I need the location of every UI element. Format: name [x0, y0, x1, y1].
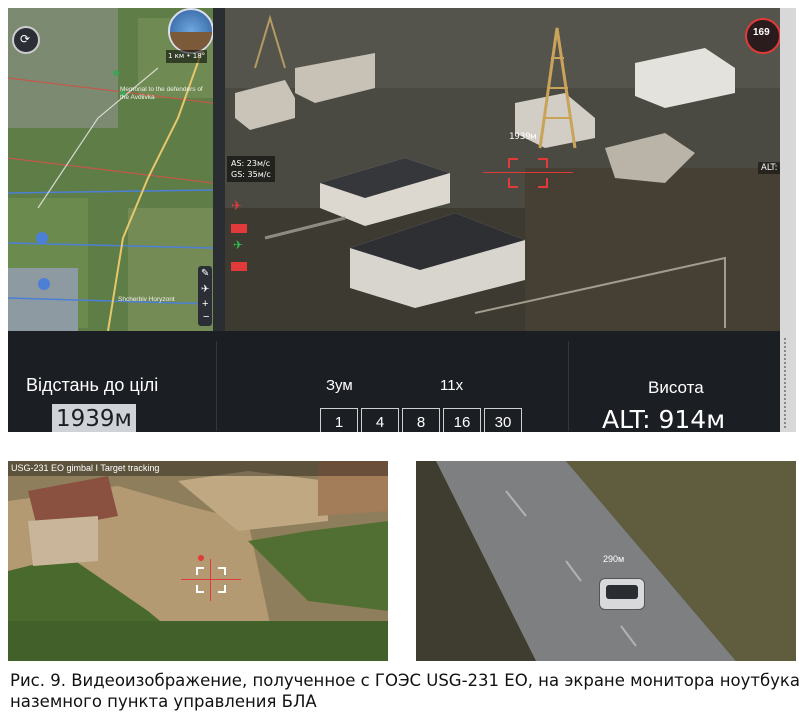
place-label: Shcherbiv Horyzont	[118, 296, 175, 303]
zoom-selector: 1 4 8 16 30	[320, 408, 522, 432]
plane-icon[interactable]: ✈	[201, 284, 209, 295]
zoom-option-30[interactable]: 30	[484, 408, 522, 432]
zoom-in-button[interactable]: +	[202, 298, 208, 310]
vehicle-roof	[606, 585, 638, 599]
zoom-option-8[interactable]: 8	[402, 408, 440, 432]
target-range-overlay: 1939м	[509, 132, 537, 142]
zoom-current: 11x	[440, 377, 464, 394]
tracked-vehicle	[599, 578, 645, 610]
road-video-frame: 290м	[416, 461, 796, 661]
tracking-header: USG-231 EO gimbal I Target tracking	[11, 463, 160, 473]
divider	[216, 341, 217, 431]
distance-value: 1939м	[52, 404, 136, 432]
window-scrollbar[interactable]	[780, 8, 796, 432]
camera-feed[interactable]: 1939м AS: 23м/с GS: 35м/с ALT: 914м ✈ ✈ …	[225, 8, 780, 331]
range-label: 290м	[603, 554, 625, 564]
panel-separator	[213, 8, 225, 331]
memorial-label: Memorial to the defenders of the Avdiivk…	[120, 86, 203, 101]
airspeed-label: AS: 23м/с	[231, 159, 271, 168]
aerial-scene	[225, 8, 780, 331]
altitude-label: Висота	[648, 378, 704, 397]
speed-readout: AS: 23м/с GS: 35м/с	[227, 156, 275, 182]
altitude-scale: ✈ ✈	[229, 198, 249, 278]
altitude-value: ALT: 914м	[602, 405, 726, 432]
figure-caption: Рис. 9. Видеоизображение, полученное с Г…	[10, 671, 800, 711]
plane-icon-green: ✈	[233, 238, 244, 252]
zoom-out-button[interactable]: −	[203, 311, 209, 323]
map-panel[interactable]: ⟳ 1 км • 18° Memorial to the defenders o…	[8, 8, 213, 331]
unit-badge: 169	[745, 18, 780, 54]
divider	[568, 341, 569, 431]
zoom-option-16[interactable]: 16	[443, 408, 481, 432]
altitude-overlay: ALT: 914м	[758, 162, 780, 174]
yard-scene	[8, 461, 388, 661]
target-crosshair	[483, 158, 573, 188]
compass-readout: 1 км • 18°	[166, 50, 208, 63]
pencil-icon[interactable]: ✎	[201, 268, 209, 279]
tracking-video-frame: USG-231 EO gimbal I Target tracking	[8, 461, 388, 661]
telemetry-bar: Відстань до цілі 1939м Зум 11x 1 4 8 16 …	[8, 331, 780, 432]
zoom-option-4[interactable]: 4	[361, 408, 399, 432]
zoom-option-1[interactable]: 1	[320, 408, 358, 432]
map-home-icon: ⟳	[20, 32, 31, 46]
map-zoom-controls: ✎ ✈ + −	[198, 266, 212, 326]
distance-label: Відстань до цілі	[26, 375, 159, 395]
tracking-reticle	[181, 555, 241, 601]
plane-icon-red: ✈	[231, 198, 242, 213]
badge-number: 169	[753, 27, 770, 38]
groundspeed-label: GS: 35м/с	[231, 170, 271, 179]
zoom-label: Зум	[326, 377, 353, 394]
attitude-indicator	[168, 8, 213, 54]
map-home-button[interactable]: ⟳	[12, 26, 40, 54]
ground-station-screenshot: ⟳ 1 км • 18° Memorial to the defenders o…	[8, 8, 796, 432]
scroll-ticks	[784, 338, 794, 428]
target-marker	[198, 555, 204, 561]
